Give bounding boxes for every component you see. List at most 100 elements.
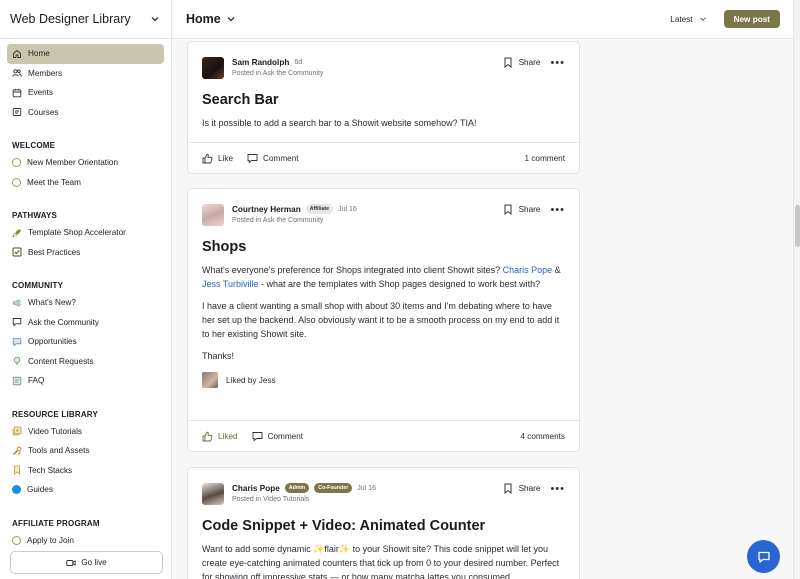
sidebar-item-courses[interactable]: Courses — [7, 103, 164, 123]
sidebar-item-meet-the-team[interactable]: Meet the Team — [7, 173, 164, 193]
mention-link[interactable]: Charis Pope — [503, 265, 553, 275]
share-button[interactable]: Share — [519, 58, 541, 67]
sidebar-item-label: Home — [28, 49, 50, 59]
posted-in[interactable]: Posted in Video Tutorials — [232, 496, 376, 503]
sidebar-item-guides[interactable]: Guides — [7, 480, 164, 500]
post-paragraph: What's everyone's preference for Shops i… — [202, 263, 565, 291]
author-block: Courtney Herman Affiliate Jul 16 Posted … — [232, 203, 357, 229]
sidebar-item-tech-stacks[interactable]: Tech Stacks — [7, 461, 164, 481]
sort-dropdown[interactable]: Latest — [670, 15, 706, 24]
bookmark-icon[interactable] — [503, 204, 513, 215]
sidebar-item-events[interactable]: Events — [7, 83, 164, 103]
sidebar-item-label: FAQ — [28, 376, 45, 386]
sidebar-item-content-requests[interactable]: Content Requests — [7, 352, 164, 372]
avatar[interactable] — [202, 204, 224, 226]
share-button[interactable]: Share — [519, 484, 541, 493]
comment-label: Comment — [267, 431, 304, 441]
post-text: Is it possible to add a search bar to a … — [202, 118, 477, 128]
progress-circle-icon — [12, 535, 21, 545]
members-icon — [12, 69, 22, 77]
sidebar-item-label: Events — [28, 88, 54, 98]
avatar[interactable] — [202, 483, 224, 505]
scrollbar[interactable] — [793, 0, 800, 579]
sidebar-item-best-practices[interactable]: Best Practices — [7, 243, 164, 263]
chevron-down-icon — [151, 17, 159, 22]
sidebar-item-ask-the-community[interactable]: Ask the Community — [7, 313, 164, 333]
sidebar-item-home[interactable]: Home — [7, 44, 164, 64]
bookmark-icon — [14, 465, 20, 476]
post-body: Want to add some dynamic ✨flair✨ to your… — [188, 542, 579, 579]
liked-by[interactable]: Liked by Jess — [188, 372, 579, 388]
page-title: Home — [186, 12, 221, 26]
post-time: Jul 16 — [338, 205, 357, 213]
post-header: Charis Pope Admin Co-Founder Jul 16 Post… — [188, 468, 579, 508]
faq-icon — [12, 376, 22, 385]
sidebar-item-label: Tools and Assets — [28, 446, 90, 456]
post-card[interactable]: Charis Pope Admin Co-Founder Jul 16 Post… — [187, 467, 580, 579]
post-title[interactable]: Code Snippet + Video: Animated Counter — [188, 508, 579, 534]
message-icon — [12, 337, 22, 347]
header-actions: Latest New post — [670, 10, 780, 28]
community-switcher[interactable]: Web Designer Library — [0, 0, 171, 39]
post-title[interactable]: Shops — [188, 229, 579, 255]
sidebar-item-tools-and-assets[interactable]: Tools and Assets — [7, 441, 164, 461]
post-time: 6d — [294, 58, 303, 66]
avatar[interactable] — [202, 57, 224, 79]
sidebar-item-new-member-orientation[interactable]: New Member Orientation — [7, 153, 164, 173]
like-button[interactable]: Like — [202, 153, 233, 164]
post-card[interactable]: Courtney Herman Affiliate Jul 16 Posted … — [187, 188, 580, 452]
page-title-dropdown[interactable]: Home — [186, 12, 236, 26]
text-span: What's everyone's preference for Shops i… — [202, 265, 503, 275]
sidebar-item-faq[interactable]: FAQ — [7, 371, 164, 391]
sidebar-item-template-shop-accelerator[interactable]: Template Shop Accelerator — [7, 223, 164, 243]
author-name[interactable]: Sam Randolph — [232, 58, 289, 67]
author-block: Charis Pope Admin Co-Founder Jul 16 Post… — [232, 482, 376, 508]
like-button[interactable]: Liked — [202, 431, 238, 442]
posted-in[interactable]: Posted in Ask the Community — [232, 217, 357, 224]
post-card[interactable]: Sam Randolph 6d Posted in Ask the Commun… — [187, 41, 580, 174]
more-options-icon[interactable]: ••• — [550, 483, 565, 494]
post-title[interactable]: Search Bar — [188, 82, 579, 108]
sidebar-item-members[interactable]: Members — [7, 64, 164, 84]
feed: Sam Randolph 6d Posted in Ask the Commun… — [172, 39, 793, 579]
comment-button[interactable]: Comment — [252, 431, 304, 442]
author-name[interactable]: Courtney Herman — [232, 205, 301, 214]
community-title: Web Designer Library — [10, 12, 131, 26]
sidebar-item-label: Courses — [28, 107, 59, 117]
bookmark-icon[interactable] — [503, 483, 513, 494]
like-label: Like — [218, 153, 234, 163]
comment-button[interactable]: Comment — [247, 153, 299, 164]
thumbs-up-icon — [202, 153, 213, 163]
author-name[interactable]: Charis Pope — [232, 484, 280, 493]
more-options-icon[interactable]: ••• — [550, 204, 565, 215]
chat-launcher-button[interactable] — [747, 540, 780, 573]
share-button[interactable]: Share — [519, 205, 541, 214]
sidebar-item-label: Meet the Team — [27, 177, 82, 187]
sidebar-item-label: Members — [28, 68, 63, 78]
thumbs-up-icon — [202, 431, 213, 441]
comments-count[interactable]: 1 comment — [525, 154, 566, 163]
sidebar-item-label: Template Shop Accelerator — [28, 228, 126, 238]
courses-icon — [12, 108, 22, 117]
go-live-button[interactable]: Go live — [10, 551, 163, 574]
comments-count[interactable]: 4 comments — [520, 432, 565, 441]
affiliate-badge: Affiliate — [305, 204, 334, 214]
scrollbar-thumb[interactable] — [795, 205, 800, 247]
more-options-icon[interactable]: ••• — [550, 57, 565, 68]
sidebar-nav: Home Members Events Courses WELCOME New … — [0, 39, 171, 550]
post-body: Is it possible to add a search bar to a … — [188, 116, 579, 130]
sidebar-item-apply-to-join[interactable]: Apply to Join — [7, 531, 164, 551]
chevron-down-icon — [227, 17, 235, 22]
sidebar-item-video-tutorials[interactable]: Video Tutorials — [7, 422, 164, 442]
sidebar-item-opportunities[interactable]: Opportunities — [7, 332, 164, 352]
mention-link[interactable]: Jess Turbiville — [202, 279, 259, 289]
sidebar-item-whats-new[interactable]: What's New? — [7, 293, 164, 313]
new-post-button[interactable]: New post — [723, 10, 780, 28]
megaphone-icon — [12, 298, 22, 307]
section-title-resource-library: RESOURCE LIBRARY — [12, 409, 99, 419]
posted-in[interactable]: Posted in Ask the Community — [232, 70, 323, 77]
tools-icon — [13, 446, 22, 455]
sidebar-item-label: Video Tutorials — [28, 426, 83, 436]
sidebar-item-label: Tech Stacks — [28, 465, 73, 475]
bookmark-icon[interactable] — [503, 57, 513, 68]
